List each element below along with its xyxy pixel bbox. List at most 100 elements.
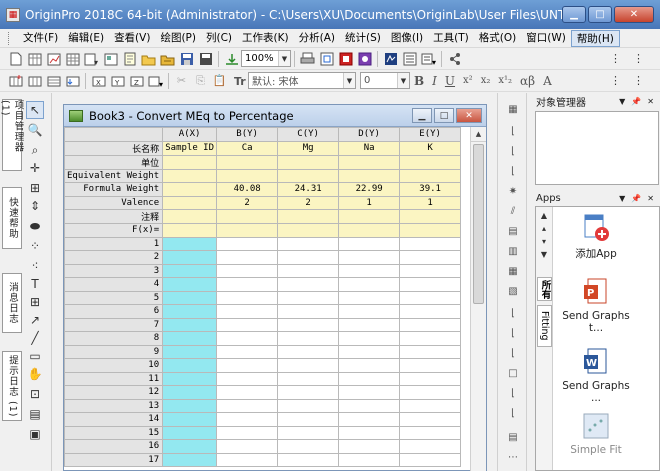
set-as-x-icon[interactable]: X	[91, 73, 107, 89]
grid-corner[interactable]	[64, 127, 164, 142]
plot-contour-icon[interactable]: ▦	[505, 263, 521, 279]
cut-icon[interactable]: ✂	[174, 73, 190, 89]
menu-plot[interactable]: 绘图(P)	[155, 30, 201, 47]
data-cell[interactable]	[338, 439, 401, 454]
greek-button[interactable]: αβ	[516, 74, 539, 88]
data-cell[interactable]	[399, 331, 462, 346]
row-header[interactable]: 6	[64, 304, 164, 319]
panel-close-icon[interactable]: ✕	[647, 194, 654, 203]
data-cell[interactable]	[162, 263, 218, 278]
metadata-cell[interactable]	[277, 209, 340, 224]
column-header[interactable]: E(Y)	[399, 127, 462, 142]
column-header[interactable]: D(Y)	[338, 127, 401, 142]
toolbar-overflow-icon[interactable]: ⋮	[608, 51, 624, 67]
data-cell[interactable]	[216, 452, 279, 467]
plot-scatter-icon[interactable]: ⌊	[505, 143, 521, 159]
font-combo[interactable]: 默认: 宋体 ▼	[248, 72, 356, 89]
subscript-button[interactable]: x₂	[477, 75, 495, 86]
messages-log-tab[interactable]: 消息日志	[2, 273, 22, 333]
region-tool-icon[interactable]: ⁖	[26, 257, 44, 275]
data-cell[interactable]	[338, 304, 401, 319]
metadata-row-label[interactable]: 单位	[64, 154, 164, 170]
data-cell[interactable]	[277, 277, 340, 292]
menu-column[interactable]: 列(C)	[201, 30, 237, 47]
data-cell[interactable]	[162, 331, 218, 346]
data-cell[interactable]	[216, 344, 279, 359]
data-cell[interactable]	[277, 385, 340, 400]
italic-button[interactable]: I	[428, 74, 441, 88]
column-header[interactable]: B(Y)	[216, 127, 279, 142]
data-cell[interactable]	[216, 358, 279, 373]
plot-3d-icon[interactable]: ▧	[505, 283, 521, 299]
data-cell[interactable]	[162, 304, 218, 319]
metadata-cell[interactable]: Mg	[277, 140, 340, 156]
worksheet-scrollbar[interactable]: ▲	[470, 127, 486, 471]
open-icon[interactable]	[141, 51, 157, 67]
shape-tool-icon[interactable]: ▭	[26, 347, 44, 365]
menu-image[interactable]: 图像(I)	[386, 30, 428, 47]
insert-table-icon[interactable]: ▤	[26, 405, 44, 423]
row-header[interactable]: 7	[64, 317, 164, 332]
data-cell[interactable]	[216, 317, 279, 332]
metadata-cell[interactable]: 40.08	[216, 182, 279, 197]
data-cell[interactable]	[162, 317, 218, 332]
data-cell[interactable]	[277, 344, 340, 359]
data-cell[interactable]	[216, 263, 279, 278]
row-header[interactable]: 14	[64, 412, 164, 427]
scroll-down-icon[interactable]: ▾	[536, 237, 552, 250]
metadata-row-label[interactable]: Valence	[64, 195, 164, 210]
data-cell[interactable]	[162, 344, 218, 359]
data-cell[interactable]	[338, 385, 401, 400]
arrow-tool-icon[interactable]: ↗	[26, 311, 44, 329]
zoom-tool-icon[interactable]: 🔍	[26, 121, 44, 139]
data-cell[interactable]	[162, 452, 218, 467]
new-graph-icon[interactable]	[46, 51, 62, 67]
toolbar-overflow-icon-3[interactable]: ⋮	[608, 73, 624, 89]
column-stats-icon[interactable]	[27, 73, 43, 89]
metadata-cell[interactable]: Sample ID	[162, 140, 218, 156]
data-cell[interactable]	[162, 358, 218, 373]
new-workbook-icon[interactable]	[27, 51, 43, 67]
data-cell[interactable]	[338, 236, 401, 251]
row-header[interactable]: 3	[64, 263, 164, 278]
workbook-close-button[interactable]: ✕	[456, 108, 482, 123]
app-simple-fit[interactable]: Simple Fit	[558, 411, 634, 456]
paste-icon[interactable]: 📋	[212, 73, 228, 89]
data-cell[interactable]	[216, 385, 279, 400]
data-cell[interactable]	[162, 371, 218, 386]
data-cell[interactable]	[338, 317, 401, 332]
row-header[interactable]: 16	[64, 439, 164, 454]
data-cell[interactable]	[216, 290, 279, 305]
row-header[interactable]: 11	[64, 371, 164, 386]
metadata-cell[interactable]	[162, 168, 218, 183]
data-cell[interactable]	[277, 371, 340, 386]
metadata-cell[interactable]	[162, 182, 218, 197]
row-header[interactable]: 17	[64, 452, 164, 467]
close-button[interactable]: ✕	[614, 6, 654, 23]
data-cell[interactable]	[399, 277, 462, 292]
data-cell[interactable]	[399, 317, 462, 332]
hints-log-tab[interactable]: 提示日志 (1)	[2, 351, 22, 421]
metadata-cell[interactable]: 1	[399, 195, 462, 210]
code-builder-icon[interactable]	[383, 51, 399, 67]
save-icon[interactable]	[179, 51, 195, 67]
data-cell[interactable]	[216, 398, 279, 413]
results-log-icon[interactable]	[402, 51, 418, 67]
metadata-cell[interactable]: 39.1	[399, 182, 462, 197]
new-layout-icon[interactable]	[103, 51, 119, 67]
copy-icon[interactable]: ⎘	[193, 73, 209, 89]
row-header[interactable]: 8	[64, 331, 164, 346]
menu-tools[interactable]: 工具(T)	[428, 30, 474, 47]
set-as-z-icon[interactable]: Z	[129, 73, 145, 89]
pin-icon[interactable]: 📌	[631, 194, 641, 203]
new-project-icon[interactable]	[8, 51, 24, 67]
workbook-maximize-button[interactable]: □	[434, 108, 454, 123]
data-cell[interactable]	[277, 331, 340, 346]
plot-line-icon[interactable]: ⌊	[505, 123, 521, 139]
share-icon[interactable]	[447, 51, 463, 67]
set-as-y-icon[interactable]: Y	[110, 73, 126, 89]
data-cell[interactable]	[277, 317, 340, 332]
data-cell[interactable]	[277, 250, 340, 265]
metadata-cell[interactable]: K	[399, 140, 462, 156]
superscript-button[interactable]: x²	[459, 75, 477, 86]
